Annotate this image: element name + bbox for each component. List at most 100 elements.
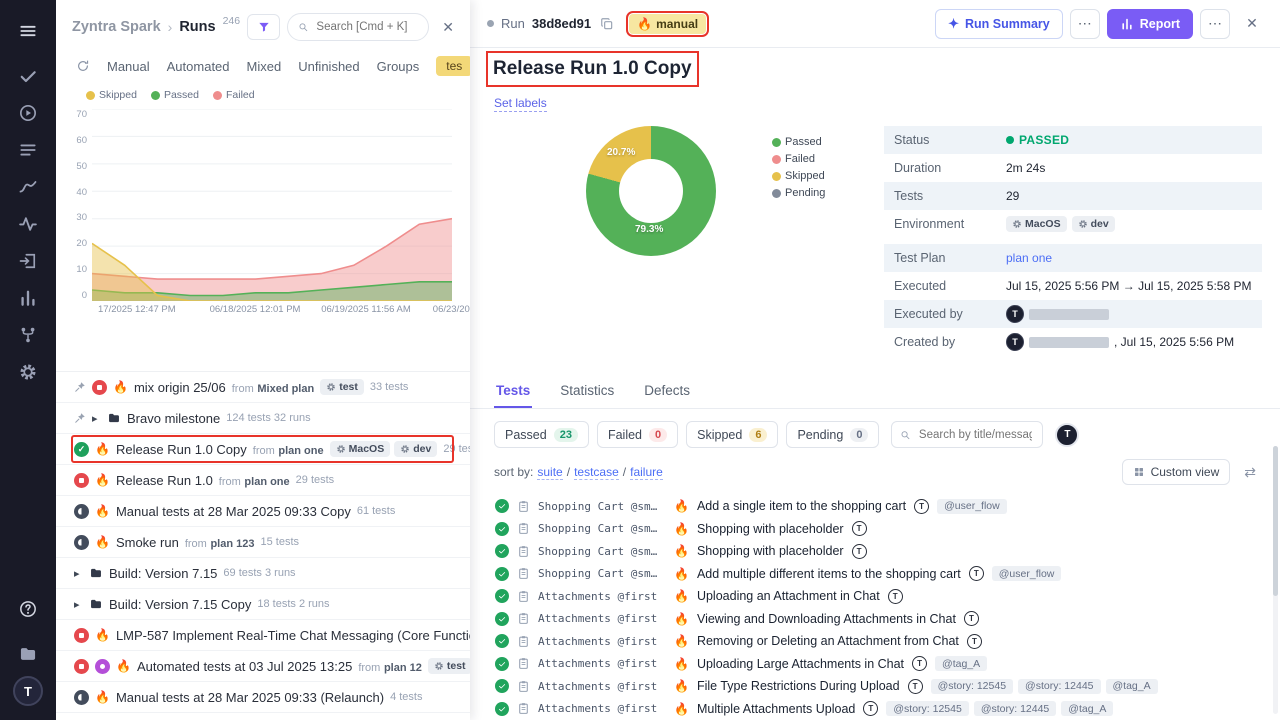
run-title[interactable]: Manual tests at 28 Mar 2025 09:33 (Relau… [116,690,384,705]
run-list-item[interactable]: 🔥 Manual tests at 28 Mar 2025 09:33 (Rel… [56,682,470,713]
filter-passed[interactable]: Passed23 [494,421,589,448]
folder-icon[interactable] [9,635,47,672]
run-list-item[interactable]: 🔥 Automated tests at 03 Jul 2025 13:25 f… [56,651,470,682]
assignee-avatar[interactable]: T [888,589,903,604]
branch-icon[interactable] [9,316,47,353]
tab-manual[interactable]: Manual [107,59,150,74]
run-title[interactable]: Build: Version 7.15 Copy [109,597,251,612]
custom-view-button[interactable]: Custom view [1122,459,1231,485]
filter-pending[interactable]: Pending0 [786,421,879,448]
run-title[interactable]: Release Run 1.0 Copy [116,442,247,457]
sort-by-testcase[interactable]: testcase [574,465,619,480]
pulse-icon[interactable] [9,205,47,242]
run-list-item[interactable]: 🔥 LMP-587 Implement Real-Time Chat Messa… [56,620,470,651]
gear-icon[interactable] [9,353,47,390]
runs-search[interactable] [287,13,429,41]
run-title[interactable]: Smoke run [116,535,179,550]
tab-groups[interactable]: Groups [377,59,420,74]
assignee-filter-avatar[interactable]: T [1055,423,1079,447]
run-title[interactable]: Build: Version 7.15 [109,566,217,581]
filter-button[interactable] [247,14,280,40]
chevron-right-icon[interactable]: ▸ [74,567,83,580]
assignee-avatar[interactable]: T [964,611,979,626]
test-suite-label[interactable]: Shopping Cart @sm… [538,522,666,535]
test-suite-label[interactable]: Attachments @first [538,657,666,670]
run-list-item[interactable]: 🔥 Smoke run from plan 123 15 tests [56,527,470,558]
run-title[interactable]: Automated tests at 03 Jul 2025 13:25 [137,659,352,674]
close-panel-button[interactable]: ✕ [436,17,460,38]
test-title[interactable]: Viewing and Downloading Attachments in C… [697,612,956,626]
test-title[interactable]: File Type Restrictions During Upload [697,679,900,693]
assignee-avatar[interactable]: T [969,566,984,581]
plan-name[interactable]: plan one [244,476,289,488]
reorder-icon[interactable]: ⇄ [1238,463,1262,482]
chevron-right-icon[interactable]: ▸ [92,412,101,425]
run-plan[interactable]: from plan 12 [358,659,422,674]
test-row[interactable]: Shopping Cart @sm… 🔥 Add a single item t… [470,495,1280,518]
tag-badge[interactable]: @user_flow [937,499,1007,514]
menu-icon[interactable] [9,12,47,49]
test-title[interactable]: Uploading Large Attachments in Chat [697,657,904,671]
run-list-item[interactable]: ▸ Bravo milestone 124 tests 32 runs [56,403,470,434]
test-title[interactable]: Multiple Attachments Upload [697,702,855,716]
plan-name[interactable]: Mixed plan [257,383,314,395]
test-plan-link[interactable]: plan one [1006,251,1052,265]
help-icon[interactable] [9,590,47,627]
test-title[interactable]: Shopping with placeholder [697,544,844,558]
assignee-avatar[interactable]: T [852,544,867,559]
tab-unfinished[interactable]: Unfinished [298,59,359,74]
run-title[interactable]: Manual tests at 28 Mar 2025 09:33 Copy [116,504,351,519]
test-title[interactable]: Add a single item to the shopping cart [697,499,906,513]
assignee-avatar[interactable]: T [967,634,982,649]
play-icon[interactable] [9,94,47,131]
run-list-item[interactable]: 🔥 Manual tests at 28 Mar 2025 09:33 Copy… [56,496,470,527]
filter-failed[interactable]: Failed0 [597,421,678,448]
run-title[interactable]: Bravo milestone [127,411,220,426]
run-list-item[interactable]: 🔥 mix origin 25/06 from Mixed plan test … [56,372,470,403]
tests-search[interactable] [891,421,1043,448]
tag-badge[interactable]: @story: 12545 [931,679,1013,694]
report-button[interactable]: Report [1107,9,1193,39]
test-row[interactable]: Attachments @first 🔥 Uploading an Attach… [470,585,1280,608]
signin-icon[interactable] [9,242,47,279]
close-run-button[interactable]: ✕ [1237,9,1267,39]
assignee-avatar[interactable]: T [912,656,927,671]
run-plan[interactable]: from Mixed plan [232,380,314,395]
tab-defects[interactable]: Defects [642,374,692,408]
test-suite-label[interactable]: Attachments @first [538,635,666,648]
more-options-button[interactable]: ⋯ [1200,9,1230,39]
plan-name[interactable]: plan 12 [384,662,422,674]
tab-statistics[interactable]: Statistics [558,374,616,408]
run-list-item[interactable]: 🔥 Release Run 1.0 Copy from plan one Mac… [56,434,470,465]
run-summary-more-button[interactable]: ⋯ [1070,9,1100,39]
test-suite-label[interactable]: Attachments @first [538,612,666,625]
tag-chip[interactable]: tes [436,56,470,76]
list-icon[interactable] [9,131,47,168]
tag-badge[interactable]: @tag_A [1061,701,1113,716]
test-row[interactable]: Attachments @first 🔥 Uploading Large Att… [470,653,1280,676]
assignee-avatar[interactable]: T [908,679,923,694]
test-title[interactable]: Shopping with placeholder [697,522,844,536]
check-icon[interactable] [9,57,47,94]
tag-badge[interactable]: @user_flow [992,566,1062,581]
run-summary-button[interactable]: ✦ Run Summary [935,9,1063,39]
run-plan[interactable]: from plan 123 [185,535,255,550]
test-suite-label[interactable]: Attachments @first [538,590,666,603]
plan-name[interactable]: plan one [278,445,323,457]
assignee-avatar[interactable]: T [863,701,878,716]
plan-name[interactable]: plan 123 [210,538,254,550]
test-row[interactable]: Attachments @first 🔥 Viewing and Downloa… [470,608,1280,631]
assignee-avatar[interactable]: T [852,521,867,536]
tests-search-input[interactable] [917,428,1035,442]
test-row[interactable]: Attachments @first 🔥 File Type Restricti… [470,675,1280,698]
test-row[interactable]: Shopping Cart @sm… 🔥 Shopping with place… [470,540,1280,563]
assignee-avatar[interactable]: T [914,499,929,514]
run-plan[interactable]: from plan one [219,473,290,488]
breadcrumb-project[interactable]: Zyntra Spark [72,19,161,35]
tab-mixed[interactable]: Mixed [247,59,282,74]
trend-icon[interactable] [9,168,47,205]
run-title[interactable]: mix origin 25/06 [134,380,226,395]
test-suite-label[interactable]: Attachments @first [538,702,666,715]
run-title[interactable]: LMP-587 Implement Real-Time Chat Messagi… [116,628,470,643]
user-avatar[interactable]: T [13,676,43,706]
